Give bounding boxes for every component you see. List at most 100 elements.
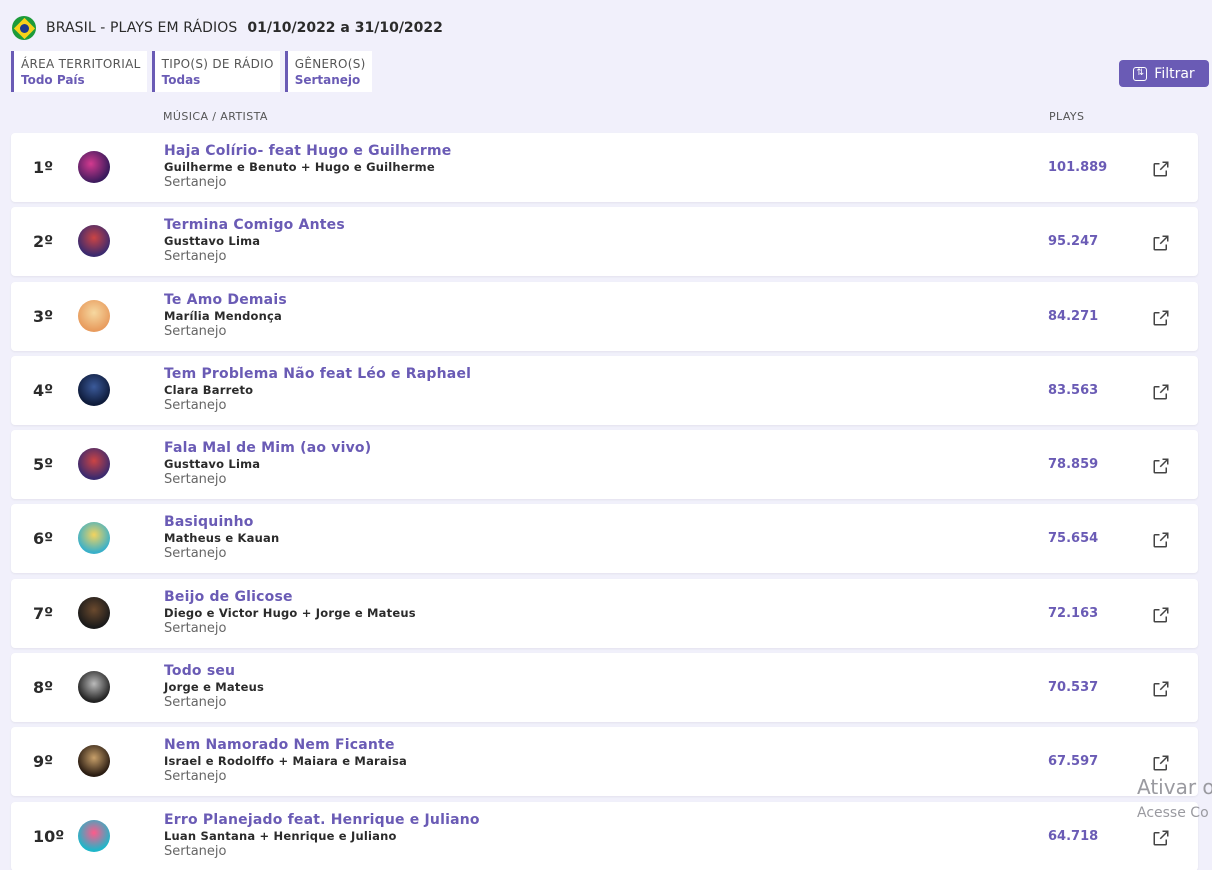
filter-chip-radio-type[interactable]: TIPO(S) DE RÁDIO Todas	[151, 51, 280, 92]
plays-count: 64.718	[1048, 828, 1099, 844]
song-title[interactable]: Termina Comigo Antes	[164, 217, 345, 234]
song-artist: Israel e Rodolffo + Maiara e Maraisa	[164, 754, 408, 769]
filter-value: Sertanejo	[294, 72, 361, 87]
page-period: 01/10/2022 a 31/10/2022	[247, 20, 443, 36]
song-title[interactable]: Todo seu	[164, 663, 264, 680]
column-header-music-artist: MÚSICA / ARTISTA	[163, 110, 268, 123]
rank-number: 6º	[33, 529, 54, 549]
page-header: BRASIL - PLAYS EM RÁDIOS 01/10/2022 a 31…	[12, 15, 443, 41]
song-artist: Clara Barreto	[164, 382, 254, 397]
plays-count: 101.889	[1048, 160, 1108, 175]
plays-count: 84.271	[1048, 308, 1099, 324]
column-header-plays: PLAYS	[1049, 110, 1085, 123]
artist-avatar	[78, 596, 110, 629]
external-link-icon[interactable]	[1152, 457, 1170, 475]
song-artist: Diego e Victor Hugo + Jorge e Mateus	[164, 605, 416, 620]
external-link-icon[interactable]	[1152, 829, 1170, 847]
plays-count: 72.163	[1048, 605, 1099, 621]
artist-avatar	[78, 745, 110, 778]
plays-count: 95.247	[1048, 234, 1099, 250]
plays-count: 67.597	[1048, 754, 1099, 770]
rank-number: 2º	[33, 232, 54, 252]
song-artist: Gusttavo Lima	[164, 234, 261, 249]
song-info: Beijo de Glicose Diego e Victor Hugo + J…	[164, 589, 416, 636]
table-row[interactable]: 7º Beijo de Glicose Diego e Victor Hugo …	[11, 578, 1198, 648]
artist-avatar	[78, 671, 110, 704]
external-link-icon[interactable]	[1152, 234, 1170, 252]
external-link-icon[interactable]	[1152, 531, 1170, 549]
song-info: Basiquinho Matheus e Kauan Sertanejo	[164, 514, 279, 561]
external-link-icon[interactable]	[1152, 680, 1170, 698]
song-info: Nem Namorado Nem Ficante Israel e Rodolf…	[164, 737, 407, 784]
rank-number: 5º	[33, 455, 54, 475]
external-link-icon[interactable]	[1152, 754, 1170, 772]
song-title[interactable]: Basiquinho	[164, 514, 279, 531]
rank-number: 1º	[33, 158, 54, 177]
song-genre: Sertanejo	[164, 397, 227, 413]
rank-number: 10º	[33, 826, 65, 846]
external-link-icon[interactable]	[1152, 383, 1170, 401]
table-row[interactable]: 1º Haja Colírio- feat Hugo e Guilherme G…	[11, 133, 1198, 202]
song-artist: Marília Mendonça	[164, 308, 282, 323]
song-artist: Jorge e Mateus	[164, 680, 265, 695]
table-row[interactable]: 8º Todo seu Jorge e Mateus Sertanejo 70.…	[11, 653, 1198, 723]
external-link-icon[interactable]	[1152, 160, 1170, 178]
song-info: Erro Planejado feat. Henrique e Juliano …	[164, 812, 480, 859]
table-row[interactable]: 10º Erro Planejado feat. Henrique e Juli…	[11, 801, 1198, 870]
rank-number: 8º	[33, 678, 54, 698]
song-title[interactable]: Haja Colírio- feat Hugo e Guilherme	[164, 143, 451, 160]
sort-arrows-icon: ⇅	[1133, 66, 1148, 81]
table-row[interactable]: 5º Fala Mal de Mim (ao vivo) Gusttavo Li…	[11, 430, 1198, 500]
table-row[interactable]: 9º Nem Namorado Nem Ficante Israel e Rod…	[11, 727, 1198, 797]
plays-count: 83.563	[1048, 382, 1099, 398]
song-title[interactable]: Fala Mal de Mim (ao vivo)	[164, 440, 371, 457]
song-genre: Sertanejo	[164, 323, 227, 339]
song-genre: Sertanejo	[164, 620, 227, 636]
song-artist: Gusttavo Lima	[164, 457, 261, 472]
song-genre: Sertanejo	[164, 769, 227, 785]
song-info: Te Amo Demais Marília Mendonça Sertanejo	[164, 292, 287, 339]
rank-number: 9º	[33, 752, 54, 772]
artist-avatar	[78, 373, 110, 406]
song-title[interactable]: Nem Namorado Nem Ficante	[164, 737, 407, 754]
filter-label: GÊNERO(S)	[294, 56, 366, 71]
external-link-icon[interactable]	[1152, 606, 1170, 624]
table-row[interactable]: 6º Basiquinho Matheus e Kauan Sertanejo …	[11, 504, 1198, 574]
rank-number: 3º	[33, 306, 54, 326]
song-artist: Matheus e Kauan	[164, 531, 280, 546]
filter-chip-area[interactable]: ÁREA TERRITORIAL Todo País	[11, 51, 147, 92]
filter-button-label: Filtrar	[1154, 65, 1195, 82]
song-genre: Sertanejo	[164, 175, 227, 190]
table-row[interactable]: 3º Te Amo Demais Marília Mendonça Sertan…	[11, 281, 1198, 351]
ranking-list: 1º Haja Colírio- feat Hugo e Guilherme G…	[11, 133, 1198, 870]
artist-avatar	[78, 225, 110, 258]
plays-count: 78.859	[1048, 457, 1099, 473]
filter-value: Todas	[161, 72, 201, 87]
external-link-icon[interactable]	[1152, 309, 1170, 327]
song-title[interactable]: Tem Problema Não feat Léo e Raphael	[164, 366, 471, 383]
filter-label: ÁREA TERRITORIAL	[21, 56, 141, 71]
song-info: Fala Mal de Mim (ao vivo) Gusttavo Lima …	[164, 440, 371, 487]
song-title[interactable]: Beijo de Glicose	[164, 589, 416, 606]
filter-button[interactable]: ⇅ Filtrar	[1119, 60, 1209, 87]
filter-value: Todo País	[21, 72, 85, 87]
song-artist: Guilherme e Benuto + Hugo e Guilherme	[164, 160, 435, 174]
song-info: Termina Comigo Antes Gusttavo Lima Serta…	[164, 217, 345, 264]
table-row[interactable]: 2º Termina Comigo Antes Gusttavo Lima Se…	[11, 207, 1198, 277]
artist-avatar	[78, 151, 110, 183]
filter-chip-genre[interactable]: GÊNERO(S) Sertanejo	[284, 51, 372, 92]
song-info: Todo seu Jorge e Mateus Sertanejo	[164, 663, 264, 710]
brazil-flag-icon	[12, 16, 36, 40]
song-genre: Sertanejo	[164, 472, 227, 488]
table-row[interactable]: 4º Tem Problema Não feat Léo e Raphael C…	[11, 355, 1198, 425]
filter-summary: ÁREA TERRITORIAL Todo País TIPO(S) DE RÁ…	[11, 51, 372, 92]
song-genre: Sertanejo	[164, 249, 227, 265]
rank-number: 7º	[33, 603, 54, 623]
song-genre: Sertanejo	[164, 843, 227, 859]
artist-avatar	[78, 819, 110, 852]
song-title[interactable]: Te Amo Demais	[164, 292, 287, 309]
rank-number: 4º	[33, 380, 54, 400]
song-info: Haja Colírio- feat Hugo e Guilherme Guil…	[164, 143, 451, 190]
song-genre: Sertanejo	[164, 695, 227, 711]
song-title[interactable]: Erro Planejado feat. Henrique e Juliano	[164, 812, 480, 829]
